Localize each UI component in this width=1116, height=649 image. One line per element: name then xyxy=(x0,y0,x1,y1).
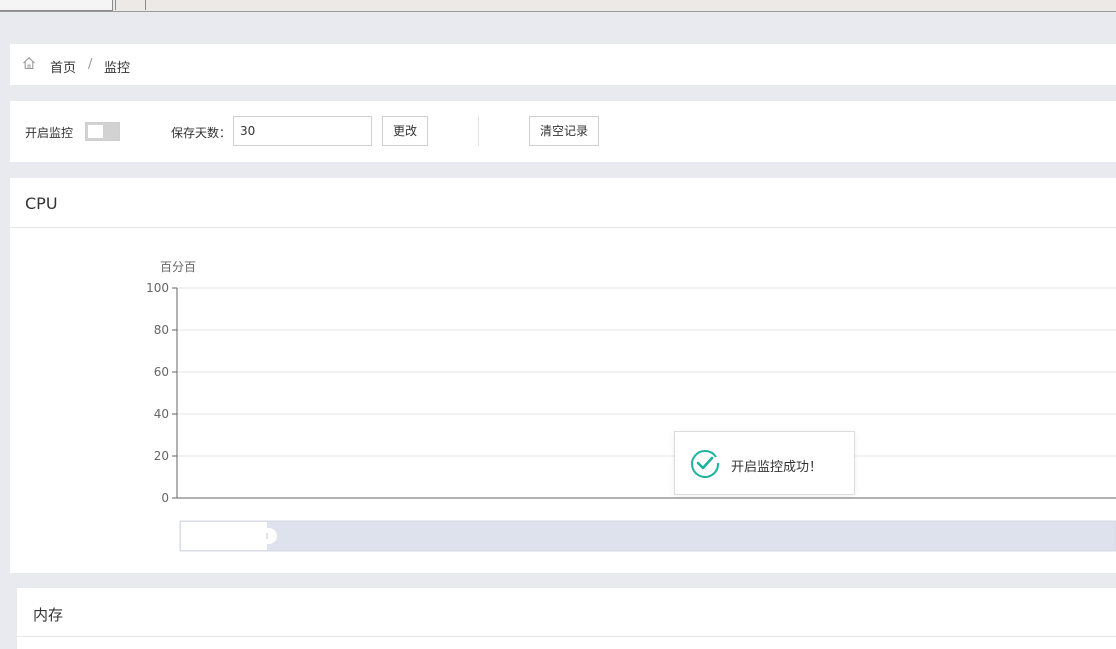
zoom-slider-track xyxy=(179,520,1116,552)
change-days-button[interactable]: 更改 xyxy=(382,116,428,146)
toggle-knob xyxy=(88,125,103,138)
y-tick-label: 0 xyxy=(161,491,169,505)
y-tick-label: 40 xyxy=(154,407,169,421)
y-tick-label: 80 xyxy=(154,323,169,337)
divider xyxy=(478,116,479,146)
breadcrumb-home-link[interactable]: 首页 xyxy=(50,57,76,76)
y-tick-label: 60 xyxy=(154,365,169,379)
cpu-chart: 百分百 0 20 40 60 80 100 xyxy=(146,260,1116,552)
y-tick-label: 100 xyxy=(146,281,169,295)
monitor-toggle-label: 开启监控 xyxy=(25,126,74,140)
breadcrumb-separator: / xyxy=(88,57,93,72)
window-tab[interactable] xyxy=(0,0,113,11)
toast-message: 开启监控成功！ xyxy=(731,460,823,475)
y-axis-label: 百分百 xyxy=(160,260,196,274)
breadcrumb-current: 监控 xyxy=(104,61,131,76)
breadcrumb: 首页 / 监控 xyxy=(10,44,1116,85)
cpu-card: CPU 百分百 0 20 40 60 80 100 xyxy=(10,178,1116,573)
memory-card-title: 内存 xyxy=(33,606,64,624)
card-divider xyxy=(17,636,1116,637)
home-icon[interactable] xyxy=(22,56,36,70)
monitor-toggle-switch[interactable] xyxy=(85,122,120,141)
retention-days-label: 保存天数： xyxy=(171,126,232,140)
tab-divider xyxy=(145,0,146,10)
memory-card: 内存 xyxy=(17,588,1116,649)
monitor-controls-bar: 开启监控 保存天数： 更改 清空记录 xyxy=(10,101,1116,162)
window-top-strip xyxy=(0,0,1116,12)
retention-days-input[interactable] xyxy=(233,116,372,146)
y-tick-label: 20 xyxy=(154,449,169,463)
success-toast: 开启监控成功！ xyxy=(674,431,855,495)
check-circle-icon xyxy=(691,450,720,478)
zoom-slider-window xyxy=(181,522,267,550)
tab-divider xyxy=(115,0,116,10)
clear-records-button[interactable]: 清空记录 xyxy=(529,116,599,146)
zoom-slider-handle xyxy=(261,528,277,544)
